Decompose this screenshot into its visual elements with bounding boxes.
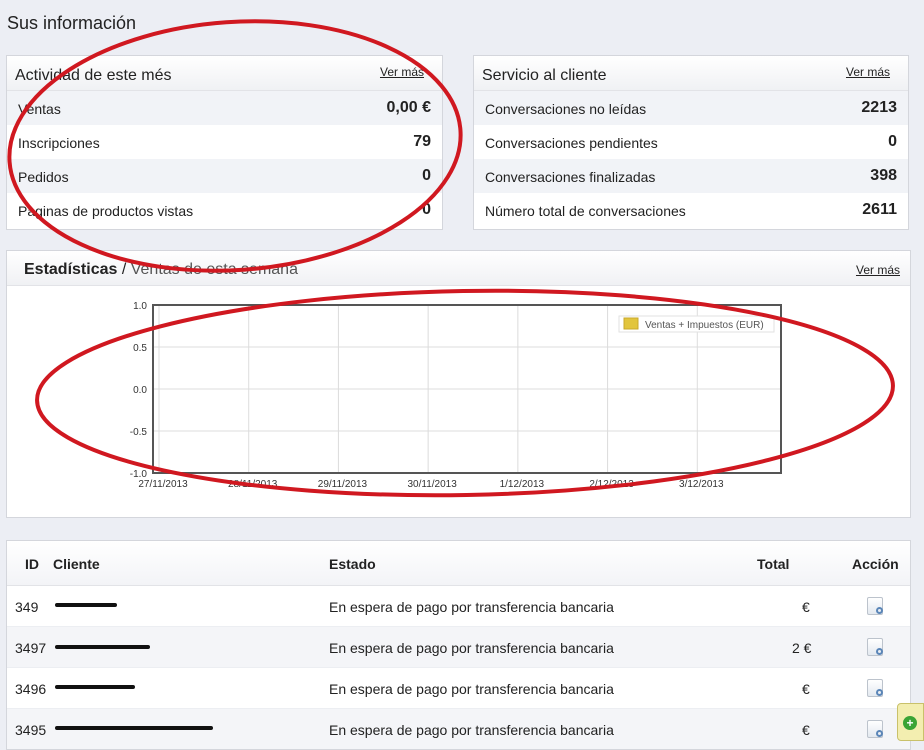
stats-title: Estadísticas / Ventas de esta semana: [24, 261, 298, 279]
x-tick-label: 1/12/2013: [500, 479, 545, 490]
stat-value: 2611: [862, 201, 897, 218]
header-action: Acción: [852, 556, 899, 572]
x-tick-label: 29/11/2013: [318, 479, 368, 490]
green-plus-icon: +: [903, 716, 917, 730]
service-row-unread: Conversaciones no leídas 2213: [474, 91, 908, 125]
view-order-icon[interactable]: [867, 597, 883, 615]
table-row[interactable]: 3495 En espera de pago por transferencia…: [7, 709, 910, 749]
x-tick-label: 2/12/2013: [589, 479, 634, 490]
stat-label: Conversaciones pendientes: [485, 135, 658, 151]
header-client: Cliente: [53, 556, 100, 572]
stat-value: 79: [413, 133, 431, 150]
stats-ver-mas-link[interactable]: Ver más: [856, 263, 900, 277]
stat-value: 0,00 €: [386, 99, 431, 116]
order-id: 349: [15, 599, 39, 615]
activity-row-sales: Ventas 0,00 €: [7, 91, 442, 125]
order-state: En espera de pago por transferencia banc…: [329, 722, 614, 738]
stat-label: Conversaciones finalizadas: [485, 169, 656, 185]
service-header: Servicio al cliente Ver más: [474, 56, 908, 91]
stat-value: 0: [422, 201, 431, 218]
activity-ver-mas-link[interactable]: Ver más: [380, 65, 424, 79]
orders-header-row: ID Cliente Estado Total Acción: [7, 541, 910, 586]
y-tick-label: 1.0: [133, 301, 147, 312]
activity-row-orders: Pedidos 0: [7, 159, 442, 193]
activity-row-registrations: Inscripciones 79: [7, 125, 442, 159]
orders-table: ID Cliente Estado Total Acción 349 En es…: [6, 540, 911, 750]
stat-value: 2213: [861, 99, 897, 116]
stats-title-main: Estadísticas: [24, 261, 118, 278]
stat-label: Número total de conversaciones: [485, 203, 686, 219]
activity-header: Actividad de este més Ver más: [7, 56, 442, 91]
service-row-total: Número total de conversaciones 2611: [474, 193, 908, 227]
add-shortcut-button[interactable]: +: [897, 703, 924, 741]
stat-label: Paginas de productos vistas: [18, 203, 194, 219]
activity-panel: Actividad de este més Ver más Ventas 0,0…: [6, 55, 443, 230]
table-row[interactable]: 3496 En espera de pago por transferencia…: [7, 668, 910, 709]
order-state: En espera de pago por transferencia banc…: [329, 681, 614, 697]
stat-label: Inscripciones: [18, 135, 100, 151]
order-total: €: [802, 722, 810, 738]
header-total: Total: [757, 556, 790, 572]
client-redaction: [55, 603, 117, 607]
stat-label: Ventas: [18, 101, 61, 117]
order-id: 3497: [15, 640, 47, 656]
view-order-icon[interactable]: [867, 638, 883, 656]
legend-label: Ventas + Impuestos (EUR): [645, 320, 764, 331]
x-tick-label: 3/12/2013: [679, 479, 724, 490]
stat-value: 0: [422, 167, 431, 184]
statistics-panel: Estadísticas / Ventas de esta semana Ver…: [6, 250, 911, 518]
order-state: En espera de pago por transferencia banc…: [329, 640, 614, 656]
table-row[interactable]: 349 En espera de pago por transferencia …: [7, 586, 910, 627]
x-tick-label: 28/11/2013: [228, 479, 278, 490]
activity-row-product-views: Paginas de productos vistas 0: [7, 193, 442, 227]
view-order-icon[interactable]: [867, 720, 883, 738]
customer-service-panel: Servicio al cliente Ver más Conversacion…: [473, 55, 909, 230]
header-state: Estado: [329, 556, 376, 572]
y-tick-label: 0.5: [133, 343, 147, 354]
client-redaction: [55, 726, 213, 730]
stats-header: Estadísticas / Ventas de esta semana Ver…: [7, 251, 910, 286]
stats-title-separator: /: [117, 261, 131, 278]
order-state: En espera de pago por transferencia banc…: [329, 599, 614, 615]
header-id: ID: [25, 556, 39, 572]
stats-subtitle: Ventas de esta semana: [130, 261, 298, 278]
x-tick-label: 30/11/2013: [407, 479, 457, 490]
order-id: 3495: [15, 722, 47, 738]
table-row[interactable]: 3497 En espera de pago por transferencia…: [7, 627, 910, 668]
y-tick-label: -0.5: [130, 427, 148, 438]
stat-label: Pedidos: [18, 169, 69, 185]
x-tick-label: 27/11/2013: [138, 479, 188, 490]
page-title: Sus información: [7, 13, 137, 33]
order-total: €: [802, 599, 810, 615]
stat-value: 398: [870, 167, 897, 184]
service-row-finished: Conversaciones finalizadas 398: [474, 159, 908, 193]
view-order-icon[interactable]: [867, 679, 883, 697]
order-total: €: [802, 681, 810, 697]
y-tick-label: 0.0: [133, 385, 147, 396]
order-total: 2 €: [792, 640, 812, 656]
service-ver-mas-link[interactable]: Ver más: [846, 65, 890, 79]
order-id: 3496: [15, 681, 47, 697]
service-title: Servicio al cliente: [482, 67, 607, 84]
client-redaction: [55, 645, 150, 649]
sales-chart: 1.00.50.0-0.5-1.027/11/2013 28/11/2013 29/…: [130, 301, 782, 490]
service-row-pending: Conversaciones pendientes 0: [474, 125, 908, 159]
activity-title: Actividad de este més: [15, 67, 172, 84]
stat-value: 0: [888, 133, 897, 150]
stat-label: Conversaciones no leídas: [485, 101, 647, 117]
legend-swatch: [623, 317, 639, 330]
client-redaction: [55, 685, 135, 689]
